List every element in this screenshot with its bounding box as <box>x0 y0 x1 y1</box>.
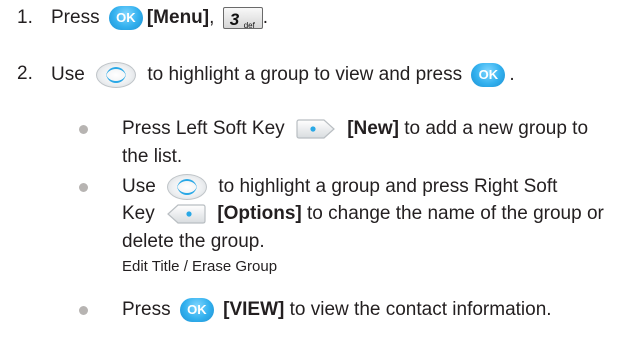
navigation-key-icon <box>96 62 137 88</box>
bullet-2-line-1: Use to highlight a group and press Right… <box>122 174 557 200</box>
navigation-key-icon <box>167 174 208 200</box>
bullet-text: to highlight a group and press Right Sof… <box>218 176 558 198</box>
step-text: Press <box>51 7 100 29</box>
sub-text: Edit Title / Erase Group <box>122 258 278 275</box>
bullet-2-line-3: delete the group. <box>122 230 265 254</box>
key-letters: def <box>243 21 255 30</box>
left-soft-key-icon <box>296 118 336 140</box>
bullet-text: to change the name of the group or <box>307 203 604 224</box>
step-number: 2. <box>17 63 33 84</box>
bullet-dot <box>79 306 88 315</box>
step-end: . <box>262 7 268 29</box>
key-digit: 3 <box>229 10 240 29</box>
bullet-text: Use <box>122 176 156 198</box>
view-label: [VIEW] <box>223 299 285 321</box>
key-3-def-icon: 3 def <box>222 7 263 30</box>
bullet-3-line-1: Press OK [VIEW] to view the contact info… <box>122 298 552 322</box>
bullet-2-sub: Edit Title / Erase Group <box>122 255 277 279</box>
step-text-mid: to highlight a group to view and press <box>147 64 463 86</box>
ok-button-icon: OK <box>108 6 143 30</box>
separator: , <box>209 7 215 29</box>
bullet-1-line-1: Press Left Soft Key [New] to add a new g… <box>122 117 588 141</box>
bullet-2-line-2: Key [Options] to change the name of the … <box>122 202 604 226</box>
step-text: Use <box>51 64 85 86</box>
bullet-text: Press Left Soft Key <box>122 118 285 139</box>
bullet-text: Key <box>122 203 155 224</box>
ok-button-icon: OK <box>179 298 214 322</box>
bullet-dot <box>79 125 88 134</box>
bullet-text: to view the contact information. <box>289 299 552 321</box>
right-soft-key-icon <box>166 203 206 225</box>
new-label: [New] <box>347 118 399 139</box>
bullet-dot <box>79 183 88 192</box>
menu-label: [Menu] <box>146 7 210 29</box>
bullet-text: to add a new group to <box>404 118 589 139</box>
bullet-text: delete the group. <box>122 231 265 252</box>
bullet-text: Press <box>122 299 171 321</box>
options-label: [Options] <box>217 203 302 224</box>
bullet-1-line-2: the list. <box>122 145 182 169</box>
step-number: 1. <box>17 7 33 28</box>
bullet-text: the list. <box>122 146 183 167</box>
ok-button-icon: OK <box>471 63 506 87</box>
step-end: . <box>509 64 515 86</box>
